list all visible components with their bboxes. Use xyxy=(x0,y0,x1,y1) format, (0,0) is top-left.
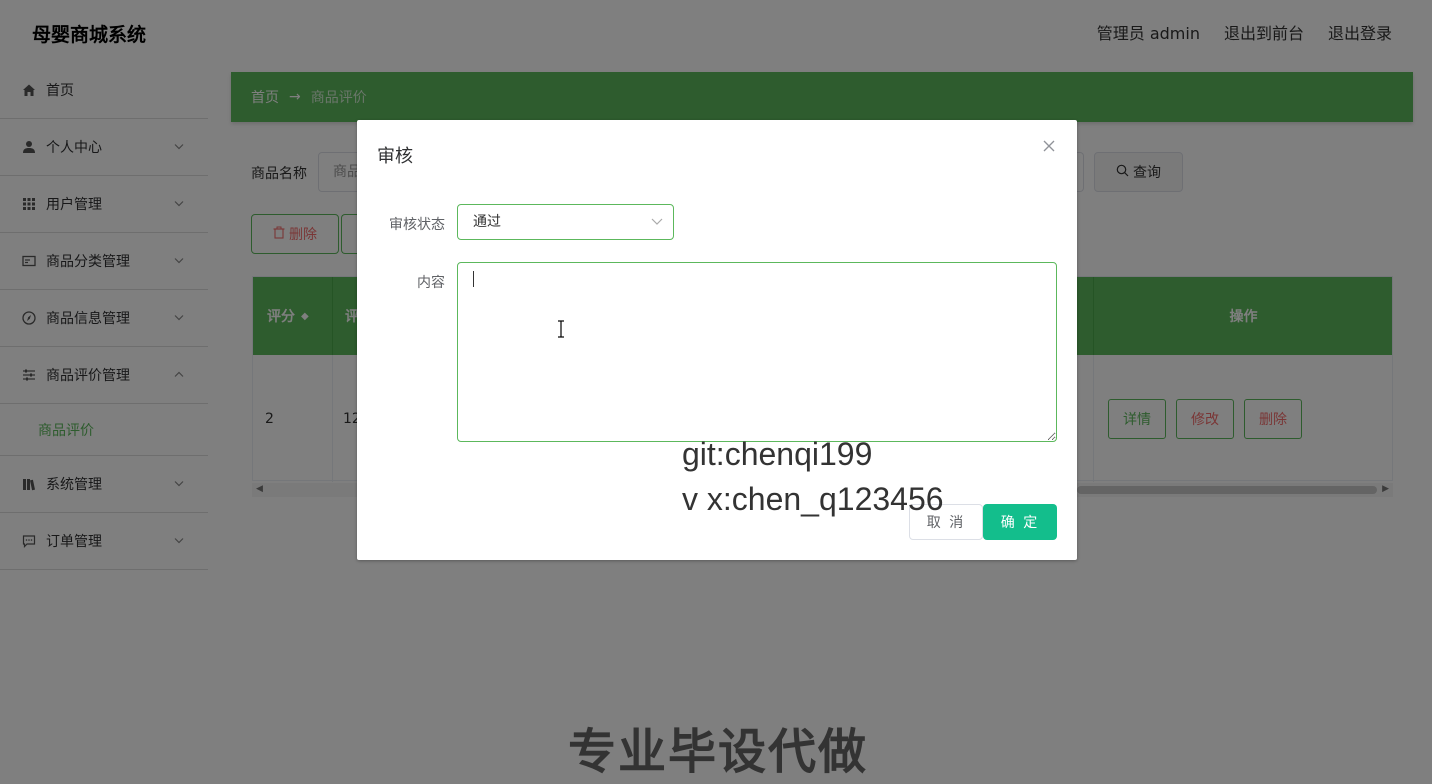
close-icon[interactable] xyxy=(1041,138,1057,154)
text-caret xyxy=(473,271,474,287)
status-label: 审核状态 xyxy=(389,217,445,233)
content-label: 内容 xyxy=(417,275,445,291)
ibeam-cursor-icon xyxy=(557,320,565,338)
watermark-wechat: v x:chen_q123456 xyxy=(682,481,944,517)
status-select-value: 通过 xyxy=(473,214,501,230)
status-select[interactable]: 通过 xyxy=(457,204,674,240)
content-textarea[interactable] xyxy=(457,262,1057,442)
dialog-title: 审核 xyxy=(377,146,413,167)
watermark-ad: 专业毕设代做 xyxy=(568,724,869,780)
chevron-down-icon xyxy=(651,205,663,239)
confirm-button[interactable]: 确 定 xyxy=(983,504,1057,540)
watermark-git: git:chenqi199 xyxy=(682,436,873,472)
